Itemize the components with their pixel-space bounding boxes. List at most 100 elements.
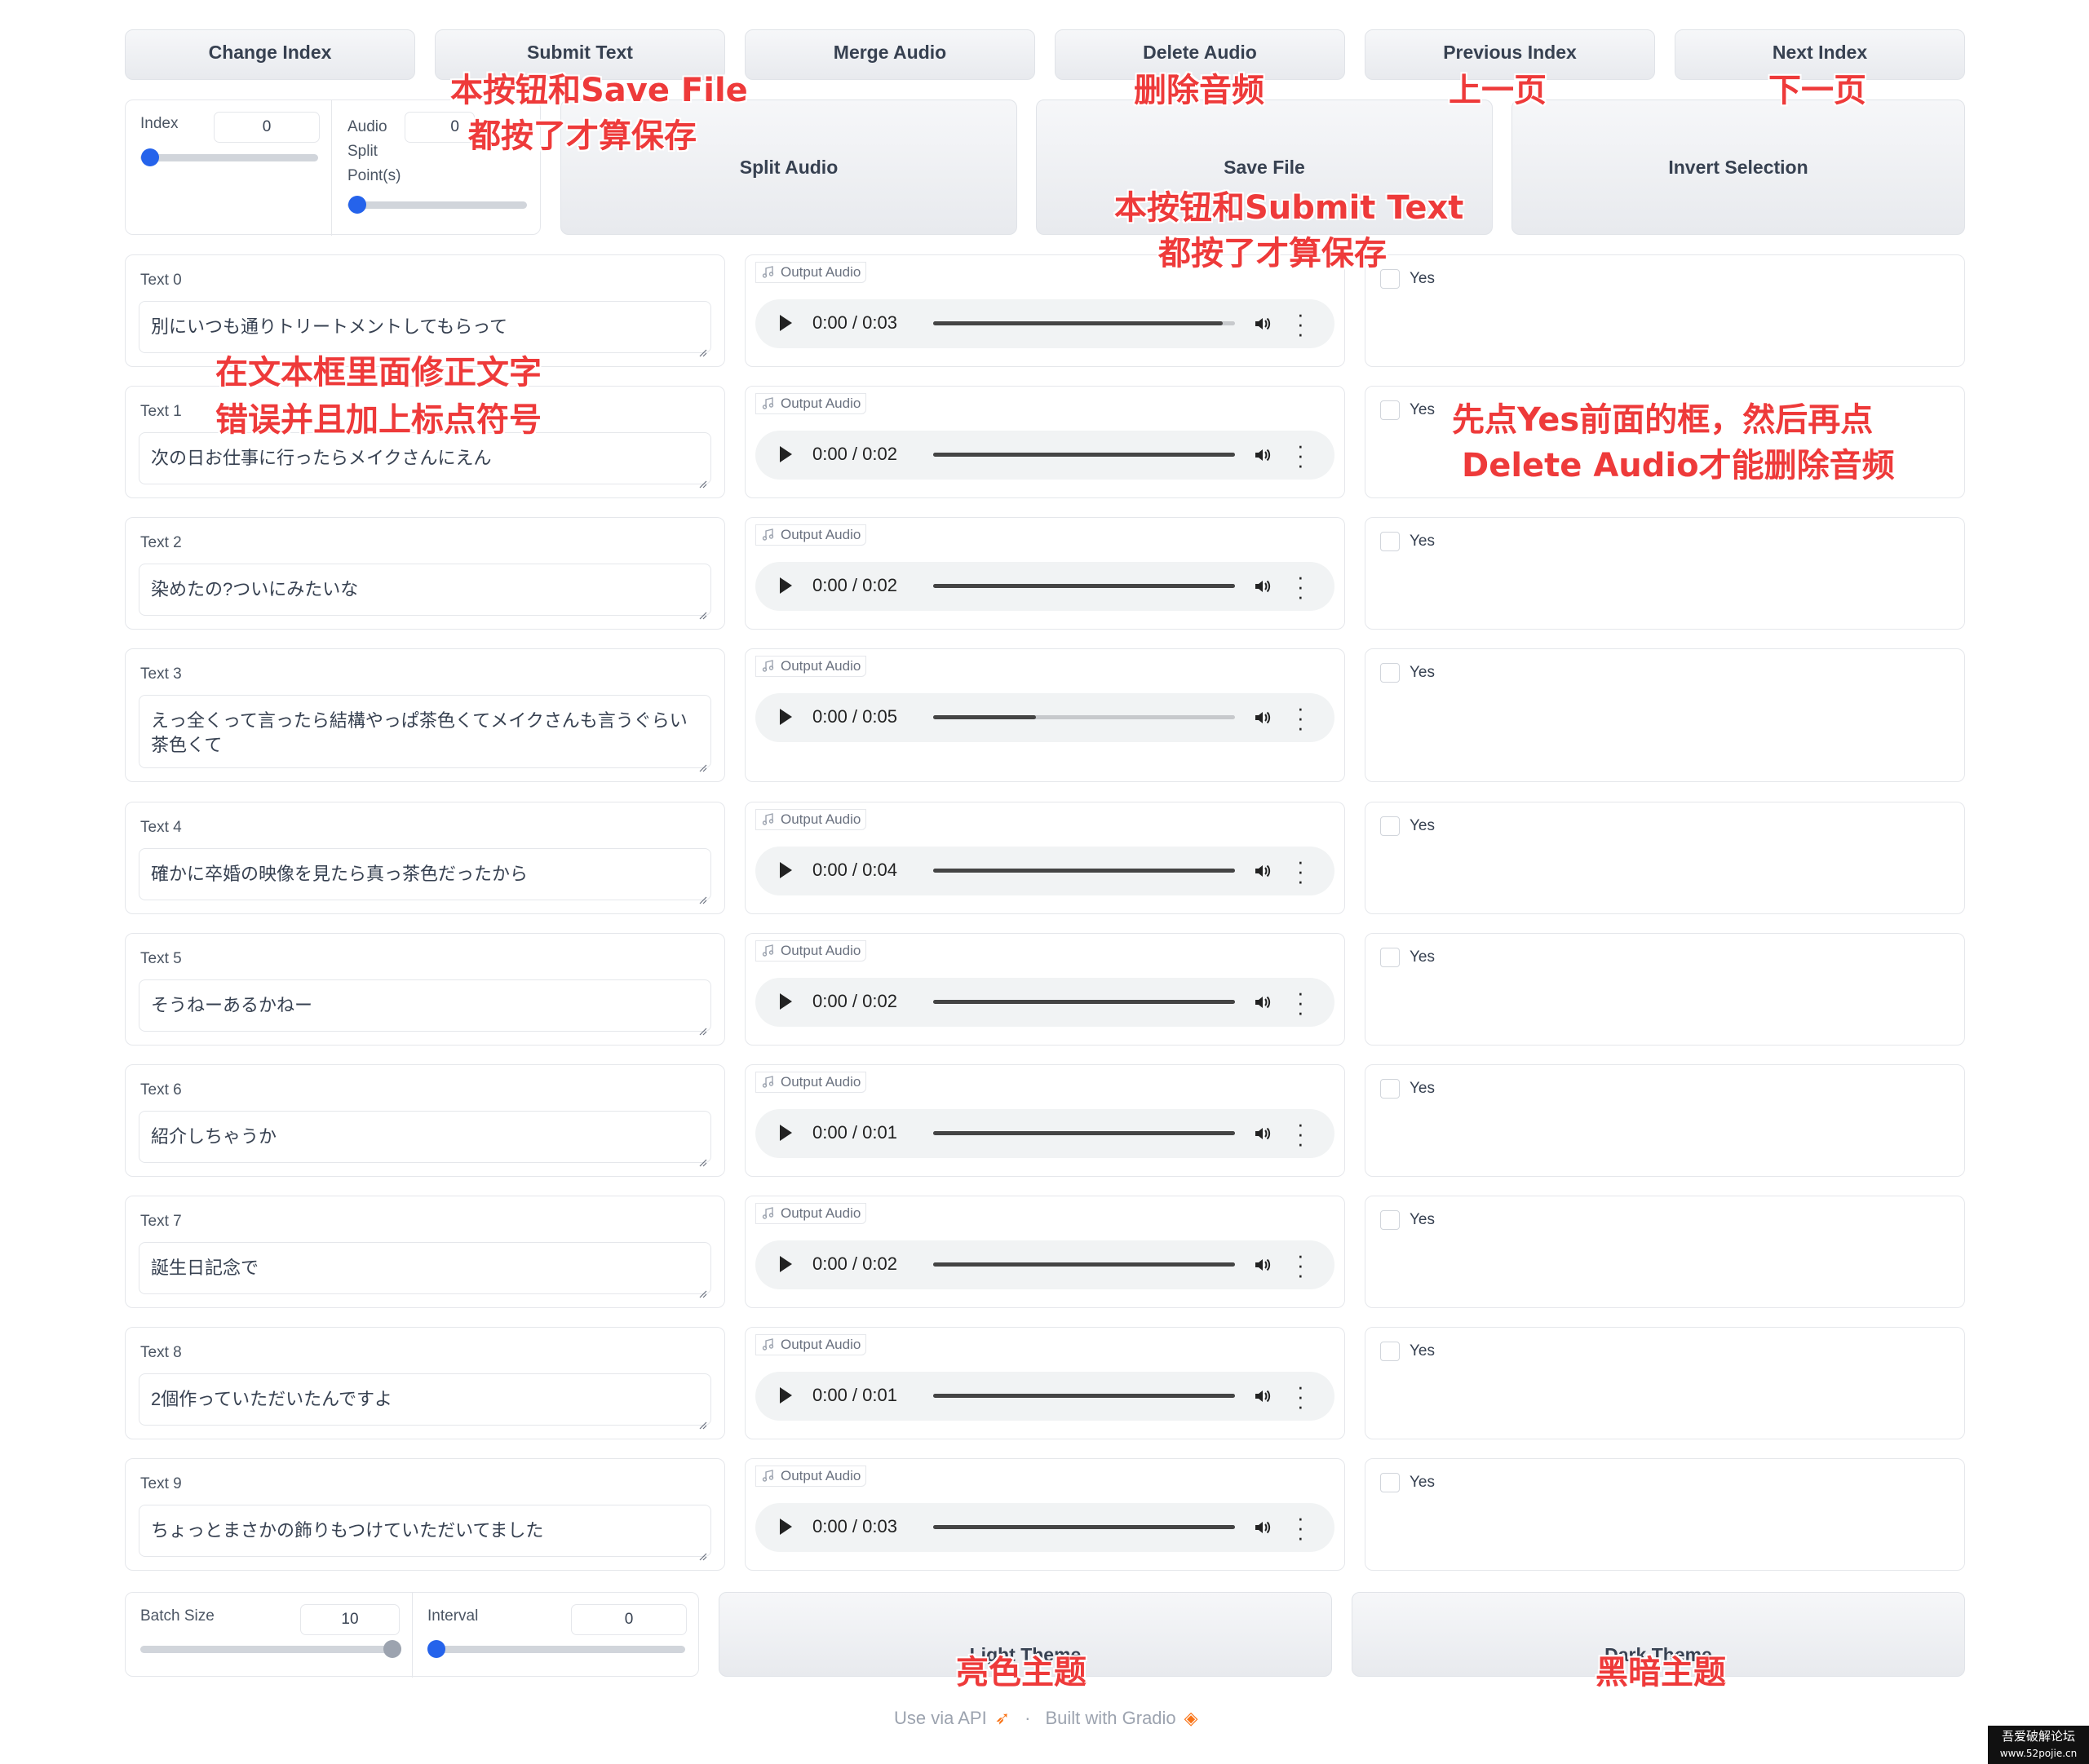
yes-checkbox[interactable]	[1380, 1210, 1400, 1230]
audio-progress-bar[interactable]	[933, 1394, 1235, 1398]
index-slider-handle[interactable]	[141, 148, 159, 166]
split-slider-handle[interactable]	[348, 196, 366, 214]
transcript-textarea[interactable]: 誕生日記念で	[139, 1242, 711, 1298]
play-icon[interactable]	[780, 1125, 792, 1141]
play-icon[interactable]	[780, 577, 792, 594]
volume-icon[interactable]	[1253, 1124, 1272, 1143]
output-audio-label: Output Audio	[781, 396, 861, 411]
more-options-icon[interactable]: · · ·	[1297, 435, 1304, 475]
yes-checkbox[interactable]	[1380, 1473, 1400, 1492]
split-number-input[interactable]: 0	[405, 112, 475, 143]
select-panel: Yes	[1365, 254, 1965, 367]
text-label: Text 1	[140, 403, 182, 420]
audio-time: 0:00 / 0:01	[812, 1385, 897, 1405]
text-label: Text 7	[140, 1213, 182, 1230]
transcript-textarea[interactable]: 紹介しちゃうか	[139, 1111, 711, 1167]
use-via-api-link[interactable]: Use via API	[894, 1708, 987, 1729]
transcript-text: 別にいつも通りトリートメントしてもらって	[151, 316, 508, 337]
more-options-icon[interactable]: · · ·	[1297, 1113, 1304, 1154]
split-slider-track[interactable]	[347, 201, 527, 209]
play-icon[interactable]	[780, 1519, 792, 1535]
play-icon[interactable]	[780, 315, 792, 331]
interval-slider-track[interactable]	[427, 1646, 685, 1653]
resize-handle-icon[interactable]	[697, 339, 707, 357]
resize-handle-icon[interactable]	[697, 886, 707, 904]
audio-player: 0:00 / 0:02 · · ·	[755, 978, 1334, 1027]
volume-icon[interactable]	[1253, 861, 1272, 881]
merge-audio-button[interactable]: Merge Audio	[745, 29, 1035, 80]
music-note-icon	[761, 660, 774, 673]
audio-progress-bar[interactable]	[933, 584, 1235, 588]
output-audio-label: Output Audio	[781, 1205, 861, 1221]
audio-progress-bar[interactable]	[933, 321, 1235, 325]
play-icon[interactable]	[780, 446, 792, 462]
more-options-icon[interactable]: · · ·	[1297, 303, 1304, 344]
play-icon[interactable]	[780, 862, 792, 878]
batch-size-input[interactable]: 10	[300, 1604, 400, 1635]
index-number-input[interactable]: 0	[214, 112, 320, 143]
transcript-textarea[interactable]: 確かに卒婚の映像を見たら真っ茶色だったから	[139, 848, 711, 904]
volume-icon[interactable]	[1253, 1255, 1272, 1275]
audio-progress-bar[interactable]	[933, 715, 1235, 719]
audio-panel: Output Audio 0:00 / 0:02 · · ·	[745, 517, 1345, 630]
resize-handle-icon[interactable]	[697, 754, 707, 772]
audio-progress-bar[interactable]	[933, 1262, 1235, 1267]
more-options-icon[interactable]: · · ·	[1297, 851, 1304, 891]
yes-checkbox[interactable]	[1380, 663, 1400, 683]
more-options-icon[interactable]: · · ·	[1297, 566, 1304, 607]
volume-icon[interactable]	[1253, 1386, 1272, 1406]
audio-progress-bar[interactable]	[933, 1525, 1235, 1529]
built-with-gradio-link[interactable]: Built with Gradio	[1045, 1708, 1175, 1729]
audio-progress-bar[interactable]	[933, 453, 1235, 457]
resize-handle-icon[interactable]	[697, 471, 707, 489]
transcript-textarea[interactable]: ちょっとまさかの飾りもつけていただいてました	[139, 1505, 711, 1561]
interval-input[interactable]: 0	[571, 1604, 687, 1635]
more-options-icon[interactable]: · · ·	[1297, 982, 1304, 1023]
volume-icon[interactable]	[1253, 577, 1272, 596]
transcript-textarea[interactable]: えっ全くって言ったら結構やっぱ茶色くてメイクさんも言うぐらい茶色くて	[139, 695, 711, 772]
resize-handle-icon[interactable]	[697, 1412, 707, 1430]
more-options-icon[interactable]: · · ·	[1297, 697, 1304, 738]
index-slider-track[interactable]	[140, 154, 318, 161]
play-icon[interactable]	[780, 709, 792, 725]
invert-selection-button[interactable]: Invert Selection	[1511, 99, 1965, 235]
more-options-icon[interactable]: · · ·	[1297, 1507, 1304, 1548]
transcript-textarea[interactable]: 染めたの?ついにみたいな	[139, 564, 711, 620]
transcript-textarea[interactable]: そうねーあるかねー	[139, 979, 711, 1036]
volume-icon[interactable]	[1253, 314, 1272, 334]
play-icon[interactable]	[780, 1256, 792, 1272]
volume-icon[interactable]	[1253, 445, 1272, 465]
volume-icon[interactable]	[1253, 1518, 1272, 1537]
yes-checkbox[interactable]	[1380, 816, 1400, 836]
play-icon[interactable]	[780, 993, 792, 1010]
yes-checkbox[interactable]	[1380, 1342, 1400, 1361]
interval-slider-handle[interactable]	[427, 1640, 445, 1658]
resize-handle-icon[interactable]	[697, 602, 707, 620]
audio-progress-bar[interactable]	[933, 1000, 1235, 1004]
audio-label-badge: Output Audio	[755, 1072, 867, 1093]
change-index-button[interactable]: Change Index	[125, 29, 415, 80]
yes-checkbox[interactable]	[1380, 400, 1400, 420]
transcript-textarea[interactable]: 2個作っていただいたんですよ	[139, 1373, 711, 1430]
resize-handle-icon[interactable]	[697, 1280, 707, 1298]
resize-handle-icon[interactable]	[697, 1543, 707, 1561]
more-options-icon[interactable]: · · ·	[1297, 1376, 1304, 1417]
audio-player: 0:00 / 0:01 · · ·	[755, 1372, 1334, 1421]
play-icon[interactable]	[780, 1387, 792, 1404]
volume-icon[interactable]	[1253, 708, 1272, 727]
text-panel: Text 5 そうねーあるかねー	[125, 933, 725, 1046]
yes-checkbox[interactable]	[1380, 532, 1400, 551]
volume-icon[interactable]	[1253, 993, 1272, 1012]
resize-handle-icon[interactable]	[697, 1149, 707, 1167]
yes-checkbox[interactable]	[1380, 948, 1400, 967]
batch-slider-handle[interactable]	[383, 1640, 401, 1658]
yes-checkbox[interactable]	[1380, 1079, 1400, 1099]
audio-label-badge: Output Audio	[755, 524, 867, 546]
change-index-label: Change Index	[208, 42, 332, 63]
audio-progress-bar[interactable]	[933, 1131, 1235, 1135]
audio-progress-bar[interactable]	[933, 869, 1235, 873]
batch-slider-track[interactable]	[140, 1646, 398, 1653]
audio-label-badge: Output Audio	[755, 1466, 867, 1487]
resize-handle-icon[interactable]	[697, 1018, 707, 1036]
more-options-icon[interactable]: · · ·	[1297, 1245, 1304, 1285]
